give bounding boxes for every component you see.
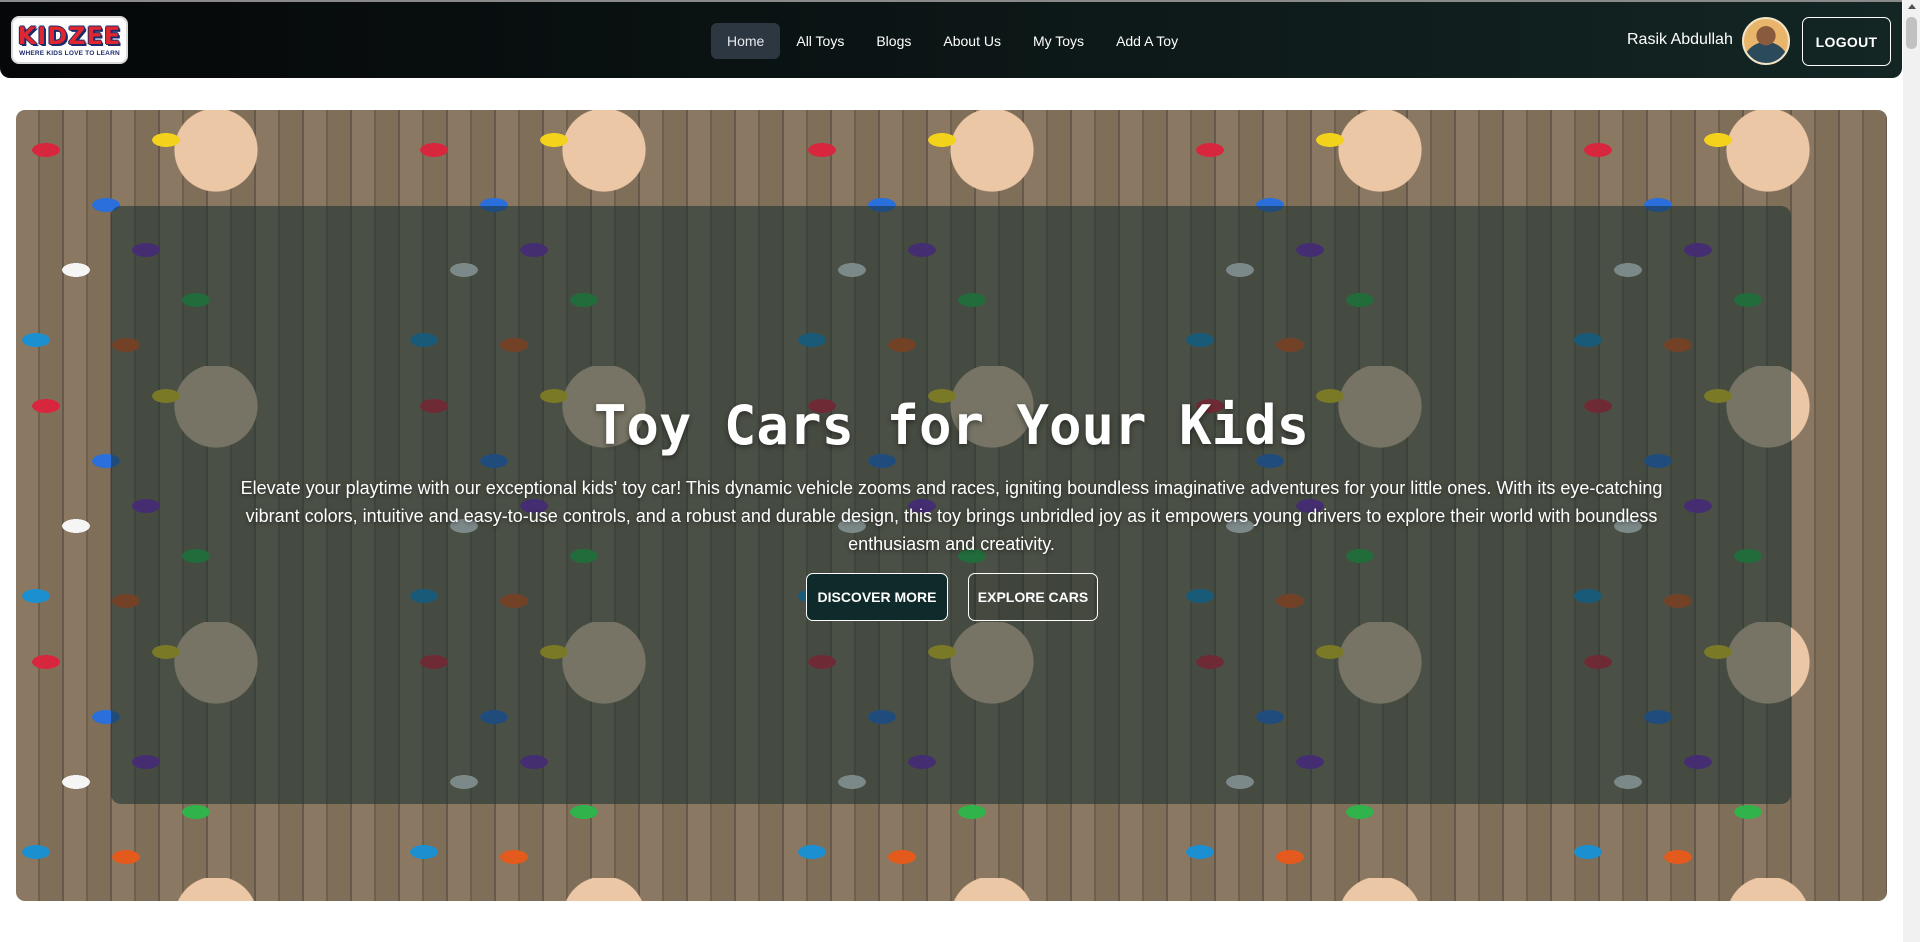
hero-title: Toy Cars for Your Kids [593,394,1310,457]
top-navbar: KIDZEE WHERE KIDS LOVE TO LEARN Home All… [0,0,1902,78]
nav-item-add-a-toy[interactable]: Add A Toy [1100,23,1194,59]
nav-item-all-toys[interactable]: All Toys [780,23,860,59]
nav-item-my-toys[interactable]: My Toys [1017,23,1100,59]
nav-item-home[interactable]: Home [711,23,781,59]
logo-wordmark: KIDZEE [17,21,122,50]
nav-item-about-us[interactable]: About Us [927,23,1017,59]
logout-button[interactable]: LOGOUT [1802,17,1891,66]
page-scrollbar[interactable] [1903,0,1920,942]
explore-cars-button[interactable]: EXPLORE CARS [968,573,1098,621]
nav-menu: Home All Toys Blogs About Us My Toys Add… [711,23,1194,59]
hero-banner: Toy Cars for Your Kids Elevate your play… [16,110,1887,901]
hero-description: Elevate your playtime with our exception… [240,478,1663,554]
discover-more-button[interactable]: DISCOVER MORE [806,573,948,621]
user-name: Rasik Abdullah [1627,31,1733,48]
scroll-up-arrow-icon[interactable] [1908,4,1916,9]
logo-tagline: WHERE KIDS LOVE TO LEARN [19,49,120,57]
hero-actions: DISCOVER MORE EXPLORE CARS [16,573,1886,621]
avatar[interactable] [1742,17,1790,65]
nav-item-blogs[interactable]: Blogs [860,23,927,59]
scroll-thumb[interactable] [1906,17,1917,49]
kidzee-logo[interactable]: KIDZEE WHERE KIDS LOVE TO LEARN [11,16,128,64]
